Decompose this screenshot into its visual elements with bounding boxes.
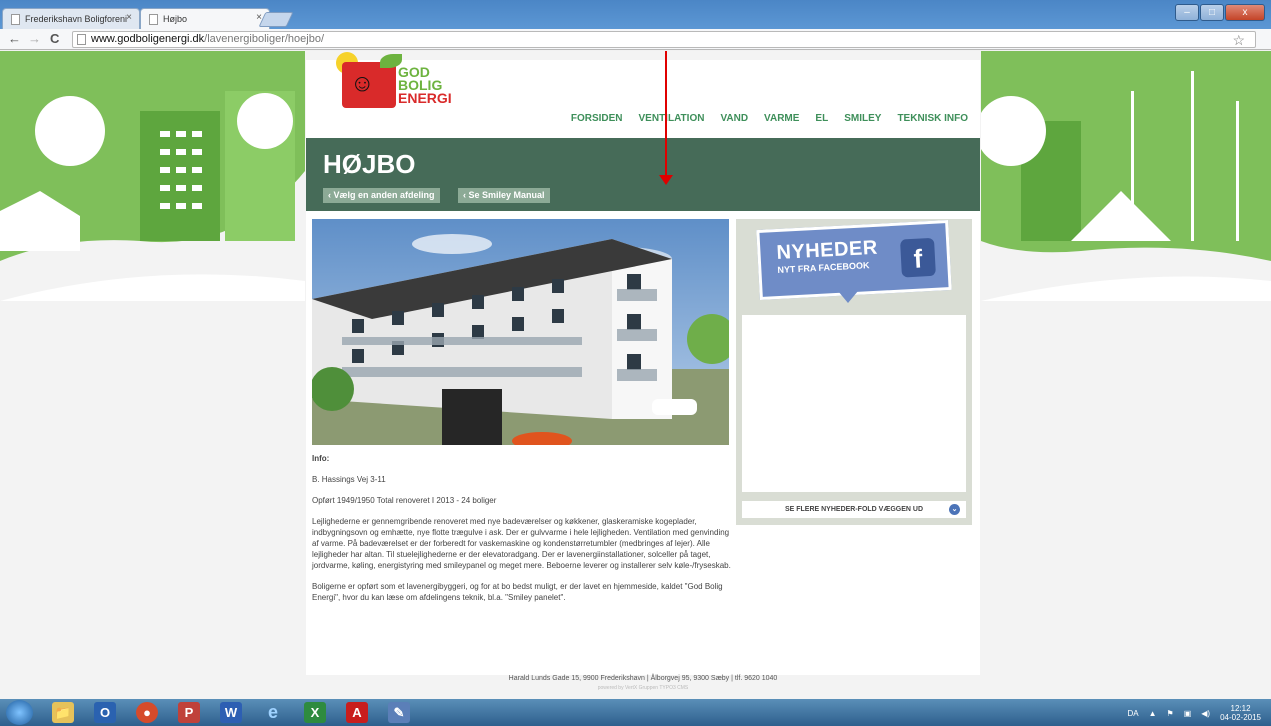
nav-teknisk-info[interactable]: TEKNISK INFO <box>889 113 976 124</box>
browser-tab-frederikshavn[interactable]: Frederikshavn Boligforeni × <box>2 8 140 29</box>
site-container: ☺ GOD BOLIG ENERGI FORSIDEN VENTILATION … <box>306 52 980 675</box>
closing-text: Boligerne er opført som et lavenergibygg… <box>312 582 723 602</box>
page-icon <box>11 14 20 25</box>
nav-smiley[interactable]: SMILEY <box>836 113 889 124</box>
tab-title: Højbo <box>163 14 188 24</box>
clock-time: 12:12 <box>1230 704 1251 713</box>
facebook-feed <box>742 315 966 492</box>
reload-button[interactable]: C <box>50 31 59 46</box>
browser-tab-hojbo[interactable]: Højbo × <box>140 8 270 29</box>
bubble-tail <box>838 291 858 303</box>
info-label: Info: <box>312 454 330 463</box>
building-photo <box>312 219 729 445</box>
forward-button[interactable]: → <box>28 31 41 46</box>
chevron-down-icon: ⌄ <box>949 504 960 515</box>
tab-title: Frederikshavn Boligforeni <box>25 14 128 24</box>
logo-text: GOD BOLIG ENERGI <box>398 65 452 106</box>
city-illustration-right <box>981 51 1271 301</box>
explorer-taskbar-icon[interactable]: 📁 <box>52 702 74 723</box>
footer-powered-by[interactable]: powered by VertX Gruppen TYPO3 CMS <box>306 685 980 691</box>
chrome-taskbar-icon[interactable]: ● <box>136 702 158 723</box>
facebook-news-widget: NYHEDER NYT FRA FACEBOOK f SE FLERE NYHE… <box>736 219 972 525</box>
powerpoint-taskbar-icon[interactable]: P <box>178 702 200 723</box>
new-tab-button[interactable] <box>258 12 294 27</box>
more-news-label: SE FLERE NYHEDER-FOLD VÆGGEN UD <box>784 506 924 513</box>
browser-toolbar: ← → C www.godboligenergi.dk/lavenergibol… <box>0 29 1271 50</box>
more-news-button[interactable]: SE FLERE NYHEDER-FOLD VÆGGEN UD ⌄ <box>742 501 966 518</box>
news-speech-bubble: NYHEDER NYT FRA FACEBOOK f <box>756 220 952 300</box>
nav-ventilation[interactable]: VENTILATION <box>631 113 713 124</box>
volume-icon[interactable]: ◀) <box>1201 709 1210 718</box>
site-footer: Harald Lunds Gade 15, 9900 Frederikshavn… <box>306 675 980 691</box>
page-title: HØJBO <box>323 149 416 179</box>
logo-word-energi: ENERGI <box>398 90 452 106</box>
god-bolig-energi-logo[interactable]: ☺ GOD BOLIG ENERGI <box>336 52 476 120</box>
word-taskbar-icon[interactable]: W <box>220 702 242 723</box>
internet-explorer-taskbar-icon[interactable]: e <box>262 702 284 723</box>
city-illustration-left <box>0 51 305 301</box>
nav-varme[interactable]: VARME <box>756 113 807 124</box>
outlook-taskbar-icon[interactable]: O <box>94 702 116 723</box>
start-button[interactable] <box>6 700 33 725</box>
url-host: www.godboligenergi.dk <box>91 33 205 45</box>
address-bar[interactable]: www.godboligenergi.dk/lavenergiboliger/h… <box>72 31 1256 48</box>
nav-forsiden[interactable]: FORSIDEN <box>563 113 631 124</box>
language-indicator[interactable]: DA <box>1127 709 1138 718</box>
page-icon <box>77 34 86 45</box>
clock-date: 04-02-2015 <box>1220 713 1261 722</box>
nav-el[interactable]: EL <box>807 113 836 124</box>
choose-department-button[interactable]: ‹ Vælg en anden afdeling <box>323 188 440 203</box>
window-controls: – □ x <box>1175 4 1265 21</box>
action-center-flag-icon[interactable]: ⚑ <box>1167 709 1174 718</box>
address-text: B. Hassings Vej 3-11 <box>312 475 386 484</box>
annotation-arrow-line <box>665 51 667 177</box>
browser-tabstrip: Frederikshavn Boligforeni × Højbo × – □ … <box>0 0 1271 29</box>
acrobat-taskbar-icon[interactable]: A <box>346 702 368 723</box>
bookmark-star-icon[interactable]: ☆ <box>1232 33 1245 48</box>
back-button[interactable]: ← <box>8 31 21 46</box>
tab-close-icon[interactable]: × <box>126 12 132 23</box>
minimize-button[interactable]: – <box>1175 4 1199 21</box>
description-text: Lejlighederne er gennemgribende renovere… <box>312 517 731 570</box>
logo-smiley-icon: ☺ <box>350 70 375 97</box>
facebook-icon[interactable]: f <box>899 237 936 278</box>
clock[interactable]: 12:12 04-02-2015 <box>1220 704 1261 722</box>
windows-taskbar: 📁 O ● P W e X A ✎ DA ▲ ⚑ ▣ ◀) 12:12 04-0… <box>0 699 1271 726</box>
nav-vand[interactable]: VAND <box>712 113 756 124</box>
system-tray: DA ▲ ⚑ ▣ ◀) 12:12 04-02-2015 <box>1127 704 1261 722</box>
network-icon[interactable]: ▣ <box>1184 709 1192 718</box>
maximize-button[interactable]: □ <box>1200 4 1224 21</box>
excel-taskbar-icon[interactable]: X <box>304 702 326 723</box>
page-icon <box>149 14 158 25</box>
url-path: /lavenergiboliger/hoejbo/ <box>204 33 325 45</box>
close-window-button[interactable]: x <box>1225 4 1265 21</box>
annotation-arrow-head <box>659 175 673 185</box>
department-info: Info: B. Hassings Vej 3-11 Opført 1949/1… <box>312 453 734 613</box>
main-navigation: FORSIDEN VENTILATION VAND VARME EL SMILE… <box>563 113 976 124</box>
tray-arrow-icon[interactable]: ▲ <box>1149 709 1157 718</box>
footer-address: Harald Lunds Gade 15, 9900 Frederikshavn… <box>508 675 778 682</box>
page-banner: HØJBO ‹ Vælg en anden afdeling ‹ Se Smil… <box>306 138 980 211</box>
page-viewport: ☺ GOD BOLIG ENERGI FORSIDEN VENTILATION … <box>0 51 1271 699</box>
smiley-manual-button[interactable]: ‹ Se Smiley Manual <box>458 188 550 203</box>
built-text: Opført 1949/1950 Total renoveret I 2013 … <box>312 496 497 505</box>
paint-taskbar-icon[interactable]: ✎ <box>388 702 410 723</box>
